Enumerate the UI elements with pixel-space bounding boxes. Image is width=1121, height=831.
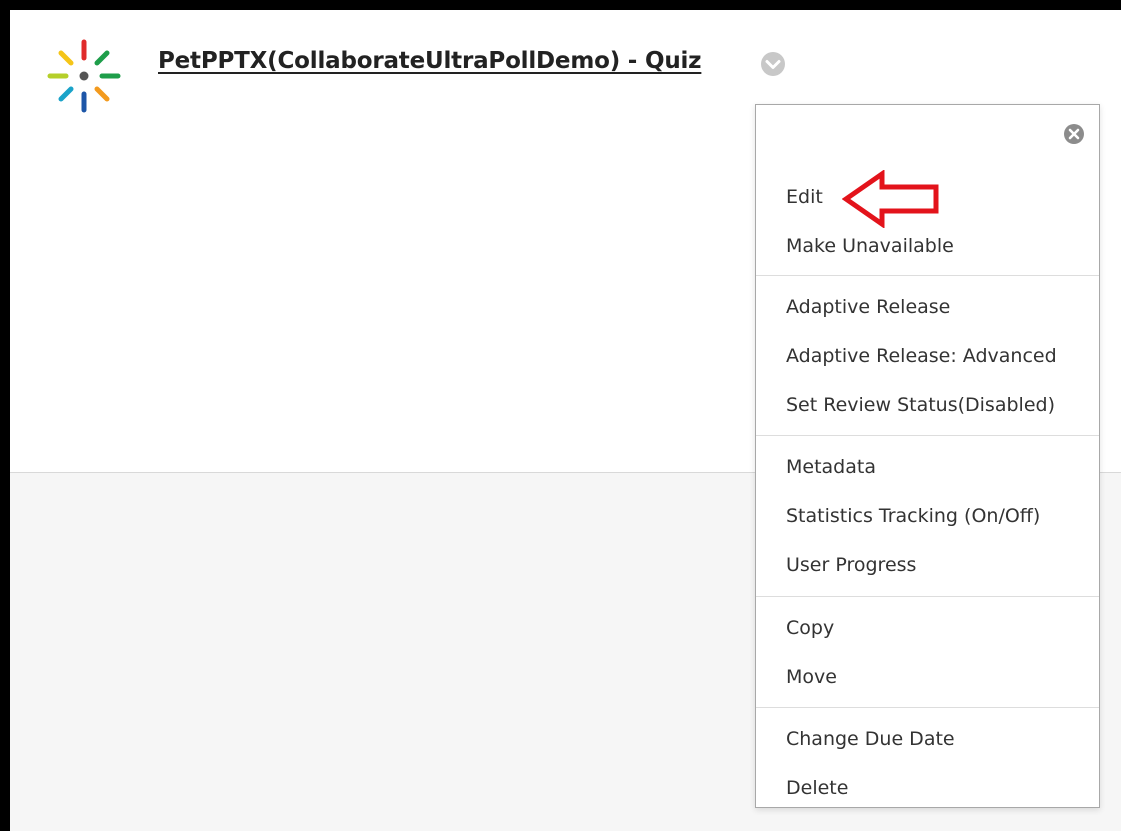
menu-item-adaptive-release[interactable]: Adaptive Release [756,283,1099,332]
menu-item-make-unavailable[interactable]: Make Unavailable [756,222,1099,271]
menu-group-release: Adaptive Release Adaptive Release: Advan… [756,275,1099,430]
menu-item-statistics-tracking[interactable]: Statistics Tracking (On/Off) [756,492,1099,541]
menu-item-move[interactable]: Move [756,653,1099,702]
menu-item-copy[interactable]: Copy [756,604,1099,653]
close-circle-icon[interactable] [1063,123,1085,145]
starburst-logo-icon [47,39,121,113]
menu-item-metadata[interactable]: Metadata [756,443,1099,492]
chevron-down-circle-icon[interactable] [760,51,786,77]
menu-item-adaptive-release-advanced[interactable]: Adaptive Release: Advanced [756,332,1099,381]
content-item-title-link[interactable]: PetPPTX(CollaborateUltraPollDemo) - Quiz [158,48,702,74]
menu-item-change-due-date[interactable]: Change Due Date [756,715,1099,764]
menu-item-user-progress[interactable]: User Progress [756,541,1099,590]
window-frame: PetPPTX(CollaborateUltraPollDemo) - Quiz… [0,0,1121,831]
menu-item-delete[interactable]: Delete [756,764,1099,813]
menu-group-tracking: Metadata Statistics Tracking (On/Off) Us… [756,435,1099,590]
menu-item-set-review-status[interactable]: Set Review Status(Disabled) [756,381,1099,430]
red-arrow-left-icon [842,170,939,228]
menu-group-copy-move: Copy Move [756,596,1099,702]
menu-group-due-delete: Change Due Date Delete [756,707,1099,813]
